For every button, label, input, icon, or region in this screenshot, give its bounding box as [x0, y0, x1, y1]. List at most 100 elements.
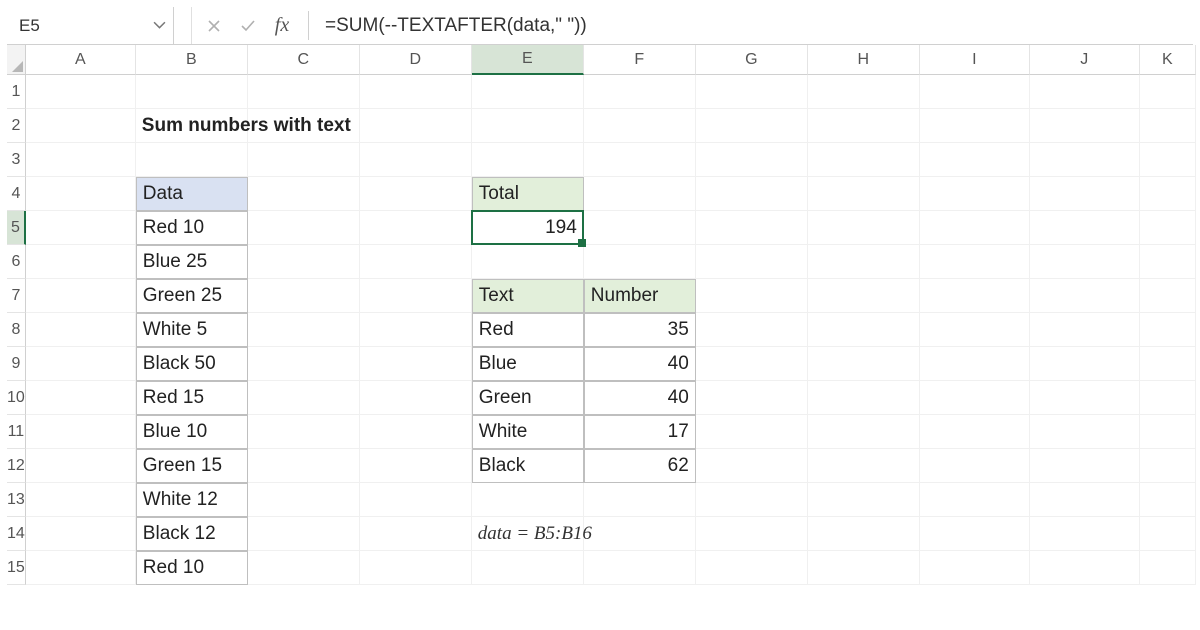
column-header-G[interactable]: G [696, 45, 808, 75]
cell-F10[interactable]: 40 [584, 381, 696, 415]
cell-G8[interactable] [696, 313, 808, 347]
cell-F4[interactable] [584, 177, 696, 211]
cell-G9[interactable] [696, 347, 808, 381]
cell-D11[interactable] [360, 415, 472, 449]
cell-K10[interactable] [1140, 381, 1196, 415]
cell-J13[interactable] [1030, 483, 1140, 517]
enter-button[interactable] [236, 14, 260, 38]
cell-E7[interactable]: Text [472, 279, 584, 313]
column-header-E[interactable]: E [472, 45, 584, 75]
cell-B12[interactable]: Green 15 [136, 449, 248, 483]
cell-H13[interactable] [808, 483, 920, 517]
cell-B8[interactable]: White 5 [136, 313, 248, 347]
grid[interactable]: ABCDEFGHIJK Sum numbers with textDataTot… [26, 45, 1196, 623]
cell-I9[interactable] [920, 347, 1030, 381]
cell-H9[interactable] [808, 347, 920, 381]
cell-A3[interactable] [26, 143, 136, 177]
cell-B11[interactable]: Blue 10 [136, 415, 248, 449]
cell-H15[interactable] [808, 551, 920, 585]
cell-J2[interactable] [1030, 109, 1140, 143]
column-header-K[interactable]: K [1140, 45, 1196, 75]
cell-D2[interactable] [360, 109, 472, 143]
cell-G5[interactable] [696, 211, 808, 245]
row-header-7[interactable]: 7 [7, 279, 26, 313]
cell-F7[interactable]: Number [584, 279, 696, 313]
cell-C4[interactable] [248, 177, 360, 211]
cell-K7[interactable] [1140, 279, 1196, 313]
cell-H3[interactable] [808, 143, 920, 177]
cell-B3[interactable] [136, 143, 248, 177]
cancel-button[interactable] [202, 14, 226, 38]
cell-A1[interactable] [26, 75, 136, 109]
cell-G4[interactable] [696, 177, 808, 211]
cell-I14[interactable] [920, 517, 1030, 551]
cell-H7[interactable] [808, 279, 920, 313]
cell-B4[interactable]: Data [136, 177, 248, 211]
cell-B2[interactable]: Sum numbers with text [136, 109, 248, 143]
cell-I4[interactable] [920, 177, 1030, 211]
cell-A12[interactable] [26, 449, 136, 483]
cell-G15[interactable] [696, 551, 808, 585]
cell-F1[interactable] [584, 75, 696, 109]
cell-H10[interactable] [808, 381, 920, 415]
cell-H5[interactable] [808, 211, 920, 245]
cell-G10[interactable] [696, 381, 808, 415]
cell-K14[interactable] [1140, 517, 1196, 551]
cell-D8[interactable] [360, 313, 472, 347]
cell-J14[interactable] [1030, 517, 1140, 551]
cell-E14[interactable]: data = B5:B16 [472, 517, 584, 551]
cell-C7[interactable] [248, 279, 360, 313]
cell-F3[interactable] [584, 143, 696, 177]
row-header-13[interactable]: 13 [7, 483, 26, 517]
cell-I6[interactable] [920, 245, 1030, 279]
cell-G11[interactable] [696, 415, 808, 449]
formula-input[interactable] [313, 7, 1193, 44]
cell-B10[interactable]: Red 15 [136, 381, 248, 415]
row-header-10[interactable]: 10 [7, 381, 26, 415]
cell-E13[interactable] [472, 483, 584, 517]
select-all-corner[interactable] [7, 45, 26, 75]
cell-K12[interactable] [1140, 449, 1196, 483]
cell-D9[interactable] [360, 347, 472, 381]
cell-C10[interactable] [248, 381, 360, 415]
row-header-3[interactable]: 3 [7, 143, 26, 177]
cell-D6[interactable] [360, 245, 472, 279]
cell-C13[interactable] [248, 483, 360, 517]
cell-K4[interactable] [1140, 177, 1196, 211]
cell-A8[interactable] [26, 313, 136, 347]
cell-A4[interactable] [26, 177, 136, 211]
cell-D13[interactable] [360, 483, 472, 517]
cell-I15[interactable] [920, 551, 1030, 585]
cell-E4[interactable]: Total [472, 177, 584, 211]
cell-D5[interactable] [360, 211, 472, 245]
cell-A13[interactable] [26, 483, 136, 517]
cell-E11[interactable]: White [472, 415, 584, 449]
name-box[interactable] [7, 7, 145, 44]
cell-E5[interactable]: 194 [472, 211, 584, 245]
cell-A2[interactable] [26, 109, 136, 143]
row-header-6[interactable]: 6 [7, 245, 26, 279]
cell-D7[interactable] [360, 279, 472, 313]
column-header-J[interactable]: J [1030, 45, 1140, 75]
cell-K3[interactable] [1140, 143, 1196, 177]
cell-C15[interactable] [248, 551, 360, 585]
cell-G7[interactable] [696, 279, 808, 313]
cell-K2[interactable] [1140, 109, 1196, 143]
cell-I5[interactable] [920, 211, 1030, 245]
cell-B15[interactable]: Red 10 [136, 551, 248, 585]
row-header-14[interactable]: 14 [7, 517, 26, 551]
column-header-D[interactable]: D [360, 45, 472, 75]
cell-H8[interactable] [808, 313, 920, 347]
cell-G6[interactable] [696, 245, 808, 279]
column-header-H[interactable]: H [808, 45, 920, 75]
row-header-5[interactable]: 5 [7, 211, 26, 245]
cell-A15[interactable] [26, 551, 136, 585]
cell-I3[interactable] [920, 143, 1030, 177]
cell-A5[interactable] [26, 211, 136, 245]
column-header-B[interactable]: B [136, 45, 248, 75]
cell-J4[interactable] [1030, 177, 1140, 211]
cell-B6[interactable]: Blue 25 [136, 245, 248, 279]
cell-J15[interactable] [1030, 551, 1140, 585]
cell-J12[interactable] [1030, 449, 1140, 483]
cell-H14[interactable] [808, 517, 920, 551]
